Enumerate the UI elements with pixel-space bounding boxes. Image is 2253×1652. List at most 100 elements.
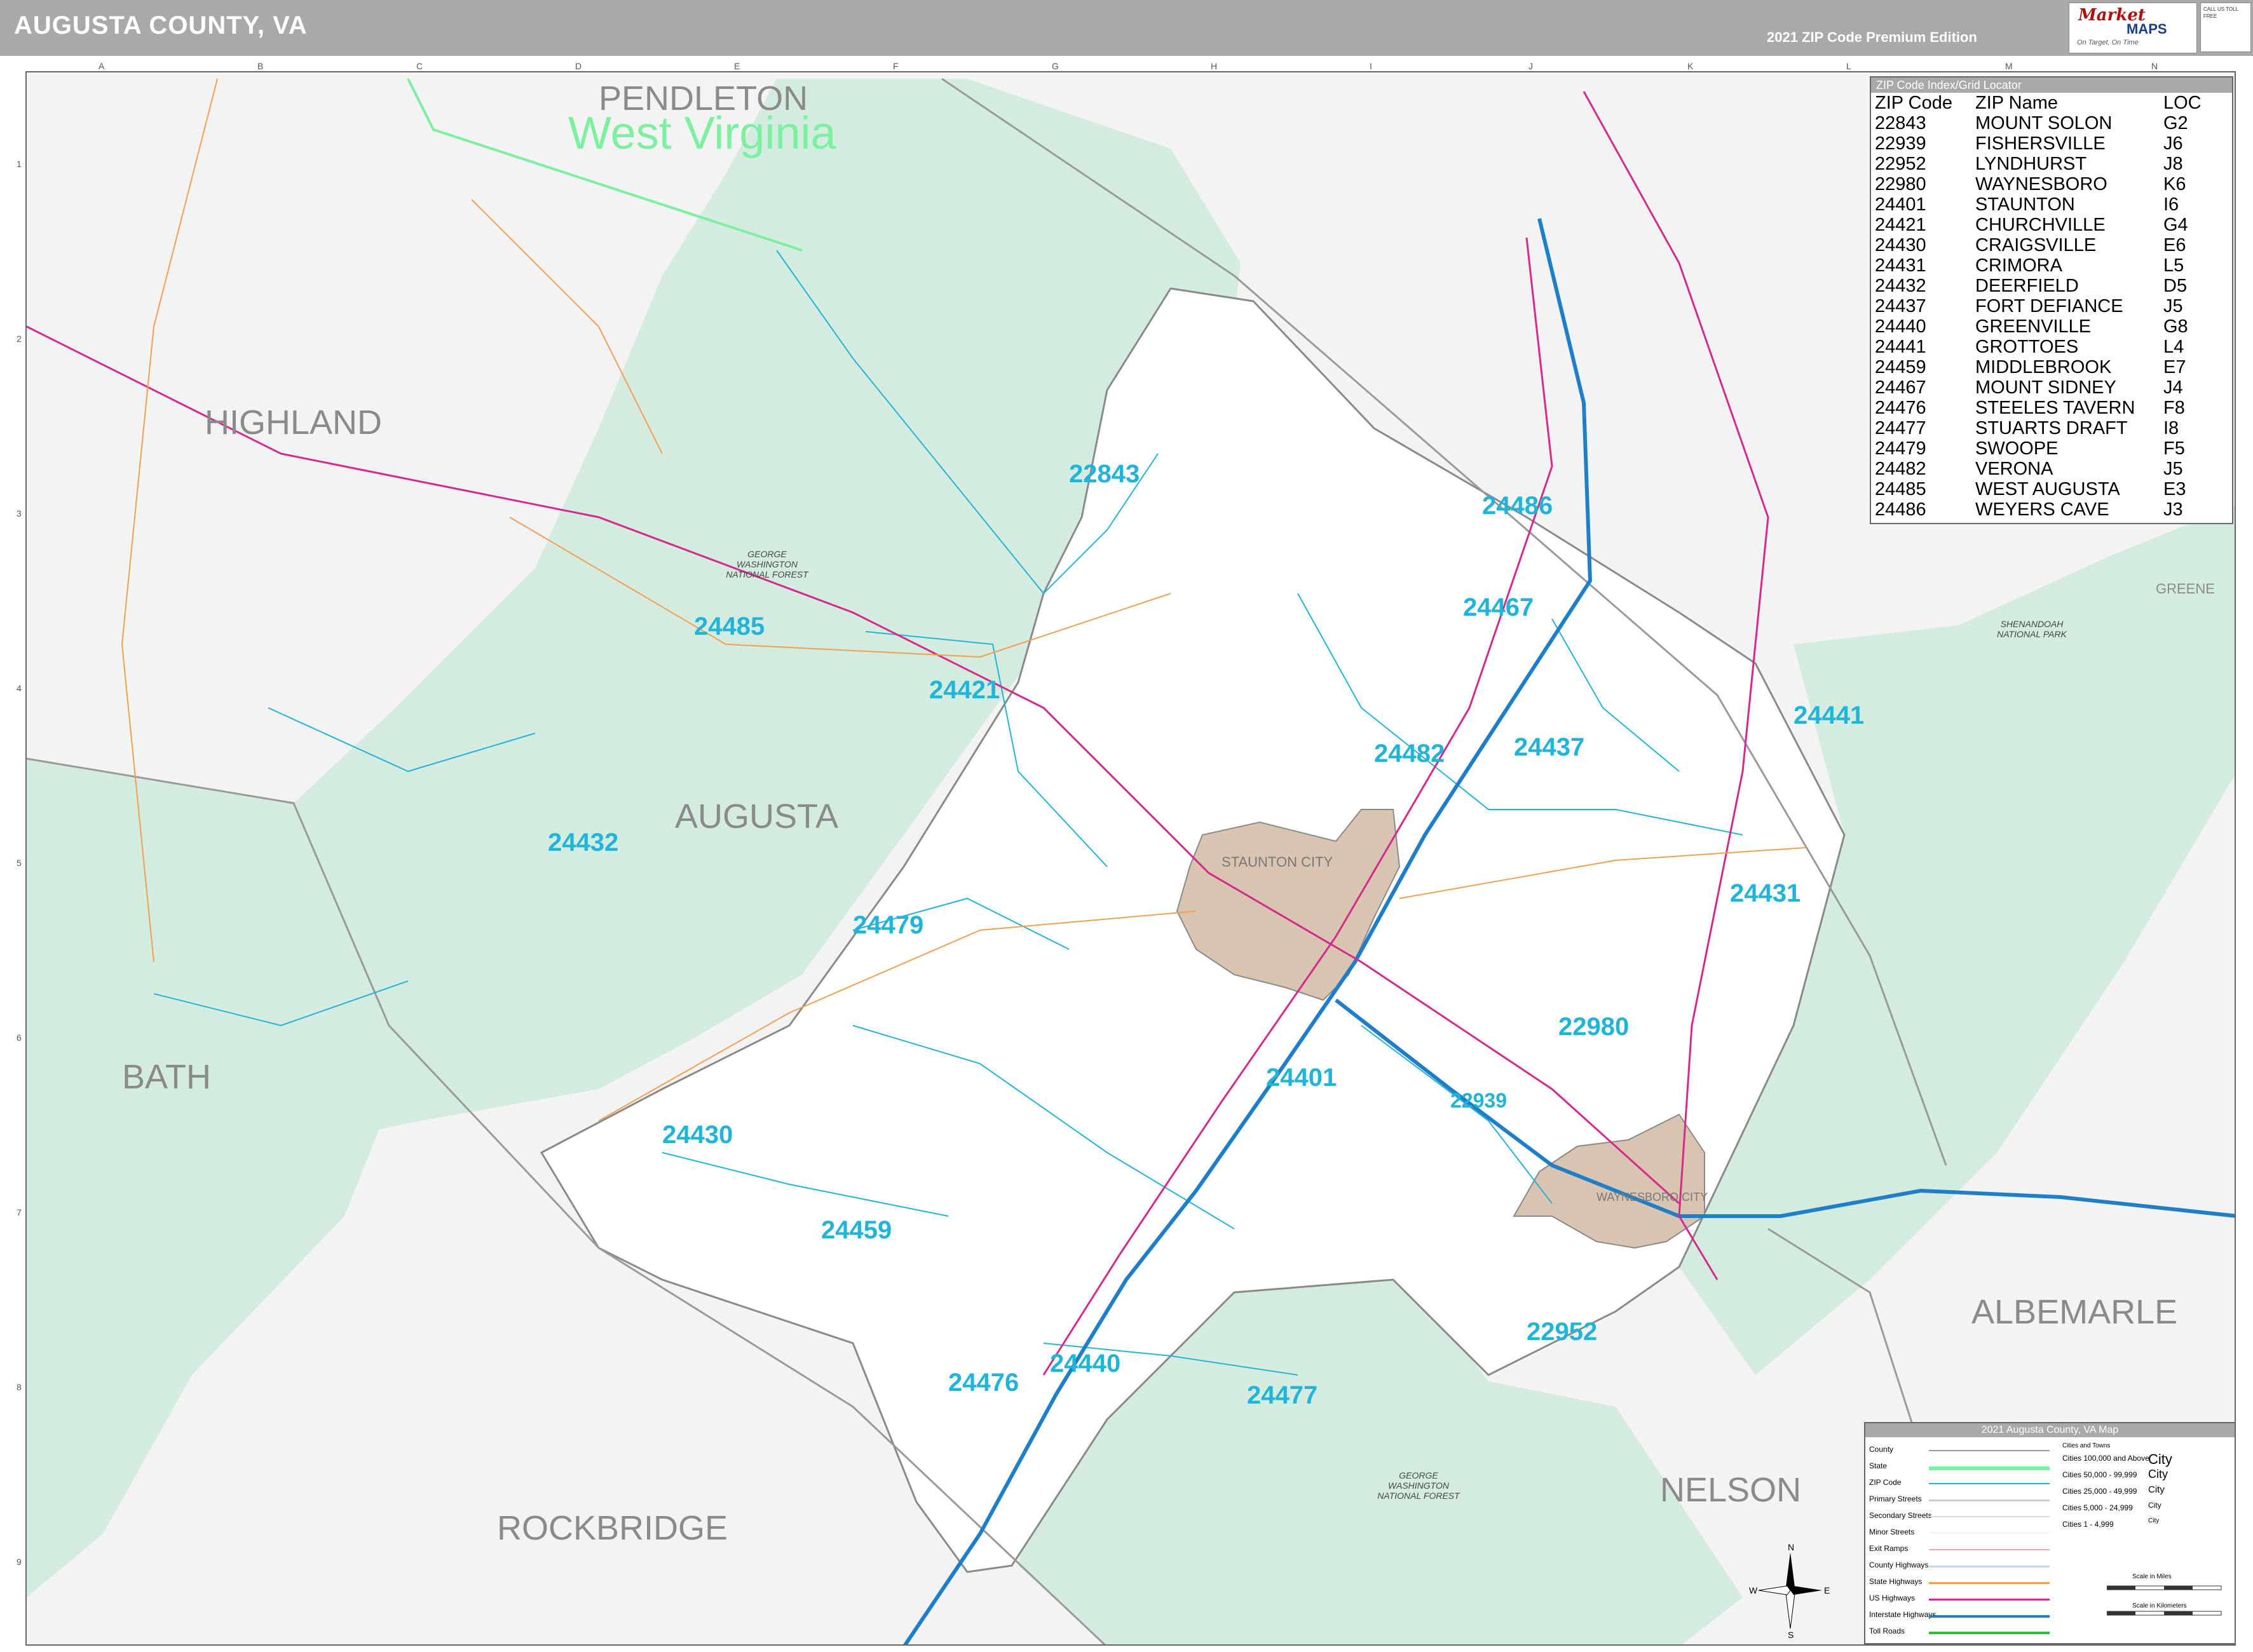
zip-index-header: ZIP Code	[1875, 93, 1952, 113]
legend-item-label: Secondary Streets	[1869, 1511, 1932, 1520]
zip-label: 24485	[694, 613, 765, 640]
zip-index-code: 24486	[1875, 499, 1926, 520]
zip-index-name: SWOOPE	[1975, 438, 2059, 459]
legend-city-sample: City	[2148, 1484, 2165, 1495]
compass-n: N	[1788, 1543, 1794, 1552]
legend-city-sample: City	[2148, 1501, 2161, 1510]
zip-index-name: MIDDLEBROOK	[1975, 357, 2112, 377]
grid-col-label: B	[257, 61, 264, 71]
zip-index-code: 24421	[1875, 215, 1926, 235]
grid-row-label: 7	[17, 1207, 22, 1217]
zip-index-row: 22952 LYNDHURST J8	[1875, 154, 2207, 174]
zip-label: 24459	[821, 1216, 892, 1244]
legend-city-sample: City	[2148, 1468, 2168, 1480]
legend-item-swatch	[1929, 1516, 2050, 1517]
zip-index-row: 22980 WAYNESBORO K6	[1875, 174, 2207, 194]
grid-col-label: A	[99, 61, 105, 71]
zip-index-row: 24476 STEELES TAVERN F8	[1875, 398, 2207, 418]
zip-index-row: 24441 GROTTOES L4	[1875, 337, 2207, 357]
legend-item-label: County Highways	[1869, 1561, 1929, 1569]
zip-label: 24482	[1374, 740, 1445, 768]
zip-index-row: 22939 FISHERSVILLE J6	[1875, 133, 2207, 154]
grid-col-label: F	[893, 61, 899, 71]
zip-index-loc: G2	[2163, 113, 2188, 133]
zip-index-header: ZIP Name	[1975, 93, 2059, 113]
label-gw-forest-north: GEORGE WASHINGTON NATIONAL FOREST	[726, 549, 808, 579]
zip-index-name: CHURCHVILLE	[1975, 215, 2106, 235]
zip-index-loc: I8	[2163, 418, 2179, 438]
zip-index-loc: D5	[2163, 276, 2188, 296]
zip-label: 22939	[1450, 1089, 1507, 1112]
zip-index-name: CRAIGSVILLE	[1975, 235, 2097, 255]
zip-index-row: 24430 CRAIGSVILLE E6	[1875, 235, 2207, 255]
map-legend: 2021 Augusta County, VA Map County State Z…	[1864, 1422, 2236, 1644]
zip-index-loc: F5	[2163, 438, 2185, 459]
zip-index-code: 24430	[1875, 235, 1926, 255]
zip-index-title: ZIP Code Index/Grid Locator	[1871, 78, 2232, 93]
label-albemarle: ALBEMARLE	[1971, 1293, 2178, 1331]
zip-index-loc: E6	[2163, 235, 2186, 255]
label-greene: GREENE	[2156, 581, 2215, 597]
zip-index-code: 24459	[1875, 357, 1926, 377]
zip-index-loc: L4	[2163, 337, 2184, 357]
compass-w: W	[1749, 1585, 1758, 1595]
zip-label: 24479	[853, 911, 924, 939]
legend-title: 2021 Augusta County, VA Map	[1865, 1423, 2235, 1437]
zip-index-code: 22843	[1875, 113, 1926, 133]
zip-index-row: 24467 MOUNT SIDNEY J4	[1875, 377, 2207, 398]
zip-index-row: 24482 VERONA J5	[1875, 459, 2207, 479]
legend-city-class: Cities 50,000 - 99,999	[2062, 1470, 2137, 1479]
grid-row-label: 9	[17, 1557, 22, 1567]
zip-index-row: 24486 WEYERS CAVE J3	[1875, 499, 2207, 520]
zip-label: 24486	[1482, 492, 1553, 520]
zip-index-row: 24431 CRIMORA L5	[1875, 255, 2207, 276]
legend-item-swatch	[1929, 1582, 2050, 1584]
legend-city-sample: City	[2148, 1451, 2172, 1467]
zip-index-code: 24437	[1875, 296, 1926, 316]
legend-item-label: Exit Ramps	[1869, 1544, 1909, 1553]
zip-index-code: 24432	[1875, 276, 1926, 296]
zip-index-row: 24477 STUARTS DRAFT I8	[1875, 418, 2207, 438]
zip-index-code: 24440	[1875, 316, 1926, 337]
zip-index-name: MOUNT SOLON	[1975, 113, 2113, 133]
legend-item-swatch	[1929, 1615, 2050, 1618]
zip-index-code: 24431	[1875, 255, 1926, 276]
legend-item-label: Minor Streets	[1869, 1527, 1915, 1536]
zip-index-code: 24482	[1875, 459, 1926, 479]
label-highland: HIGHLAND	[205, 403, 383, 442]
zip-index-code: 24477	[1875, 418, 1926, 438]
zip-index-code: 24476	[1875, 398, 1926, 418]
zip-index-header: LOC	[2163, 93, 2202, 113]
zip-index-body: 22843 MOUNT SOLON G2 22939 FISHERSVILLE J6 229…	[1875, 113, 2207, 520]
zip-index-name: FORT DEFIANCE	[1975, 296, 2123, 316]
zip-index-row: 24485 WEST AUGUSTA E3	[1875, 479, 2207, 499]
zip-index-row: 24479 SWOOPE F5	[1875, 438, 2207, 459]
market-maps-logo: Market MAPS On Target, On Time	[2069, 3, 2197, 53]
zip-index-loc: E7	[2163, 357, 2186, 377]
compass-rose: N S W E	[1749, 1543, 1830, 1638]
zip-index-loc: G4	[2163, 215, 2188, 235]
compass-s: S	[1788, 1630, 1794, 1638]
label-staunton-city: STAUNTON CITY	[1222, 854, 1333, 870]
legend-item-label: Primary Streets	[1869, 1494, 1922, 1503]
legend-city-sample: City	[2148, 1517, 2160, 1524]
grid-col-label: E	[734, 61, 740, 71]
legend-city-class: Cities 5,000 - 24,999	[2062, 1503, 2133, 1512]
grid-col-label: G	[1052, 61, 1059, 71]
zip-index-name: VERONA	[1975, 459, 2053, 479]
zip-index-code: 24479	[1875, 438, 1926, 459]
grid-row-label: 5	[17, 858, 22, 868]
zip-index-loc: J5	[2163, 296, 2183, 316]
zip-index-loc: L5	[2163, 255, 2184, 276]
zip-index-code: 22952	[1875, 154, 1926, 174]
zip-index-code: 24401	[1875, 194, 1926, 215]
zip-label: 22980	[1558, 1013, 1630, 1041]
zip-label: 24430	[662, 1121, 733, 1149]
legend-item-swatch	[1929, 1632, 2050, 1634]
label-nelson: NELSON	[1660, 1471, 1802, 1509]
legend-item-label: County	[1869, 1445, 1894, 1454]
zip-index-name: LYNDHURST	[1975, 154, 2087, 174]
zip-index-code: 22980	[1875, 174, 1926, 194]
grid-row-label: 3	[17, 508, 22, 518]
legend-city-class: Cities 100,000 and Above	[2062, 1454, 2149, 1463]
